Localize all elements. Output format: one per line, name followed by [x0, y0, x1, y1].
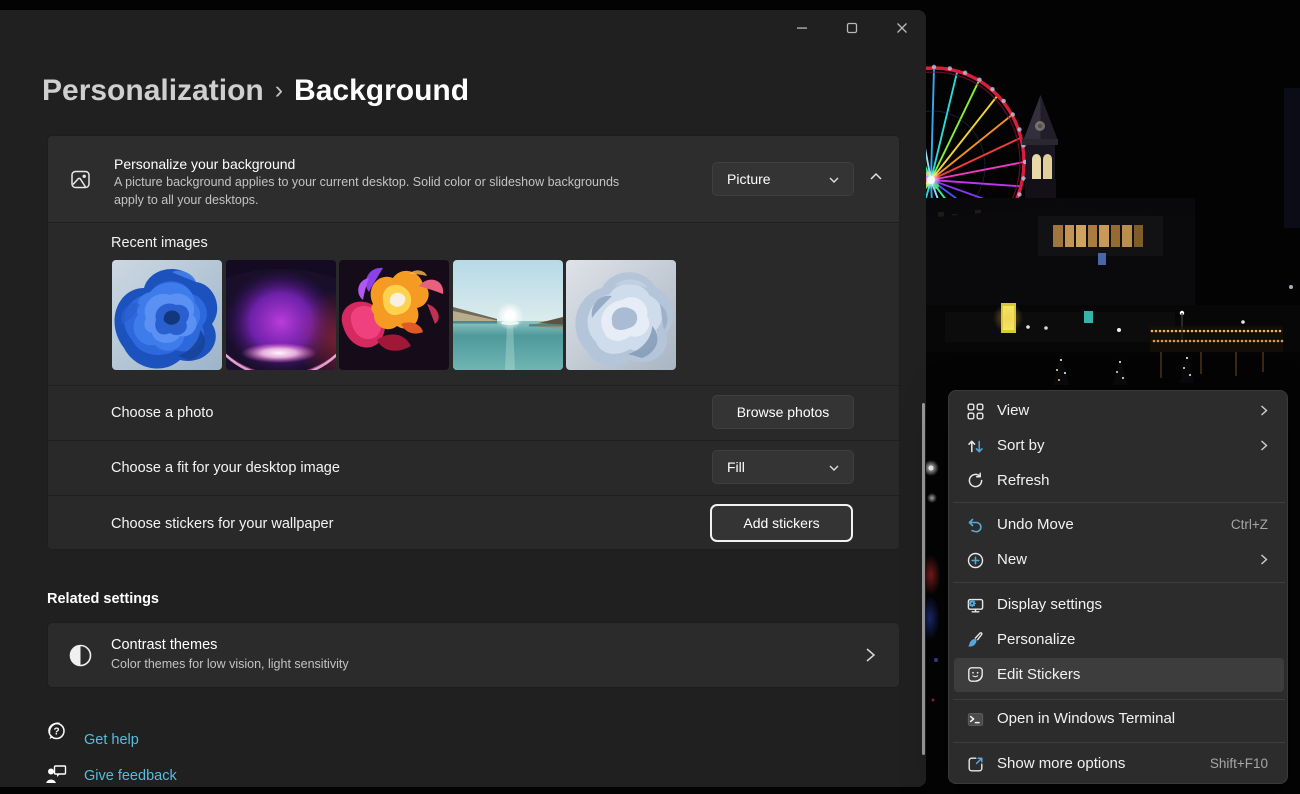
- svg-text:?: ?: [53, 727, 59, 738]
